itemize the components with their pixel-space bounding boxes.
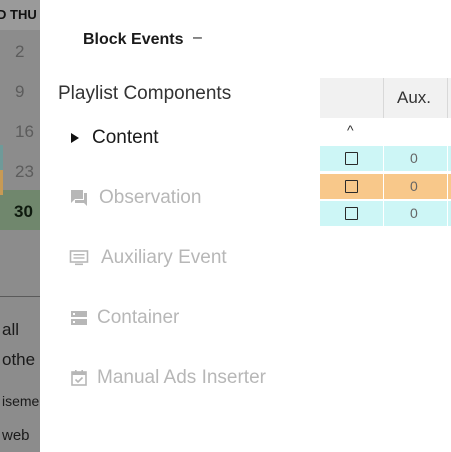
grid-row[interactable]: 0 [320, 174, 451, 199]
manual-ads-inserter-item[interactable]: Manual Ads Inserter [68, 366, 266, 390]
calendar-background: D THU 2 9 16 23 30 all othe iseme web [0, 0, 40, 452]
container-item[interactable]: Container [68, 306, 179, 330]
calendar-date-cell: 16 [0, 110, 40, 150]
calendar-date: 16 [15, 122, 34, 141]
aux-value: 0 [410, 178, 418, 194]
calendar-date-cell-today: 30 [0, 190, 40, 230]
calendar-event-text: iseme [2, 393, 40, 409]
content-label: Content [92, 127, 159, 148]
calendar-date: 30 [14, 202, 33, 221]
grid-row[interactable]: 0 [320, 201, 451, 226]
calendar-event-stripe [0, 170, 3, 195]
grid-header-select-column[interactable] [320, 78, 384, 118]
calendar-day-header-partial: D [0, 7, 7, 22]
calendar-event-text: all [2, 320, 20, 339]
calendar-day-header: D THU [0, 0, 40, 30]
manual-ads-inserter-label: Manual Ads Inserter [97, 367, 266, 388]
row-checkbox[interactable] [345, 152, 358, 165]
observation-item[interactable]: Observation [68, 186, 201, 210]
content-item[interactable]: Content [68, 126, 159, 150]
container-label: Container [97, 307, 180, 328]
calendar-date-cell: 23 [0, 150, 40, 190]
calendar-day-header-thu: THU [10, 7, 37, 22]
calendar-date: 2 [15, 42, 25, 61]
grid-select-cell [320, 201, 384, 226]
calendar-date-cell: 2 [0, 30, 40, 70]
comment-icon [68, 187, 90, 209]
calendar-event-text: web [2, 427, 30, 444]
playlist-components-title: Playlist Components [58, 83, 232, 104]
grid-aux-cell: 0 [384, 146, 448, 171]
storage-icon [68, 307, 90, 329]
triangle-right-icon [68, 127, 82, 149]
monitor-icon [68, 247, 90, 269]
grid-aux-cell: 0 [384, 174, 448, 199]
row-checkbox[interactable] [345, 207, 358, 220]
calendar-date-cell: 9 [0, 70, 40, 110]
grid-row[interactable]: 0 [320, 146, 451, 171]
grid-header-aux-label: Aux. [397, 88, 432, 107]
aux-value: 0 [410, 205, 418, 221]
grid-select-cell [320, 174, 384, 199]
calendar-date: 23 [15, 162, 34, 181]
observation-label: Observation [99, 187, 202, 208]
row-checkbox[interactable] [345, 180, 358, 193]
sort-caret-icon[interactable]: ^ [347, 122, 354, 138]
grid-select-cell [320, 146, 384, 171]
calendar-event-stripe [0, 145, 3, 170]
grid-aux-cell: 0 [384, 201, 448, 226]
collapse-button[interactable]: – [193, 29, 202, 47]
calendar-date: 9 [15, 82, 25, 101]
auxiliary-event-item[interactable]: Auxiliary Event [68, 246, 227, 270]
calendar-divider [0, 296, 40, 297]
block-events-title: Block Events [83, 31, 184, 48]
aux-value: 0 [410, 150, 418, 166]
grid-header: Aux. [320, 78, 451, 118]
calendar-check-icon [68, 367, 90, 389]
auxiliary-event-label: Auxiliary Event [101, 247, 227, 268]
calendar-event-text: othe [2, 350, 36, 369]
grid-header-aux-column[interactable]: Aux. [384, 78, 448, 118]
